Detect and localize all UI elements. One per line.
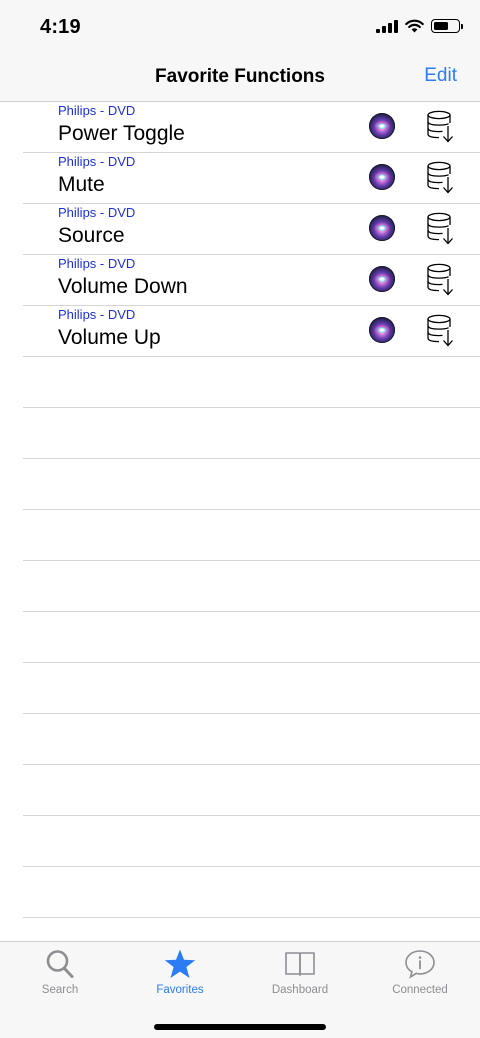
database-download-icon[interactable] <box>426 212 456 246</box>
favorite-row[interactable]: Philips - DVD Volume Down <box>23 255 480 306</box>
status-icons <box>376 19 463 33</box>
star-icon <box>164 949 196 978</box>
siri-icon[interactable] <box>369 317 395 343</box>
database-download-icon[interactable] <box>426 314 456 348</box>
tab-label: Favorites <box>156 984 204 996</box>
device-label: Philips - DVD <box>58 103 136 118</box>
siri-icon[interactable] <box>369 266 395 292</box>
empty-list-row <box>23 357 480 408</box>
book-icon <box>285 952 315 976</box>
favorite-row[interactable]: Philips - DVD Mute <box>23 153 480 204</box>
database-download-icon[interactable] <box>426 263 456 297</box>
empty-list-row <box>23 867 480 918</box>
navigation-bar: Favorite Functions Edit <box>0 54 480 102</box>
empty-list-row <box>23 561 480 612</box>
function-name: Source <box>58 224 125 247</box>
empty-list-row <box>23 408 480 459</box>
function-name: Volume Up <box>58 326 161 349</box>
edit-button[interactable]: Edit <box>424 65 457 87</box>
empty-list-row <box>23 765 480 816</box>
favorite-row[interactable]: Philips - DVD Volume Up <box>23 306 480 357</box>
siri-icon[interactable] <box>369 164 395 190</box>
database-download-icon[interactable] <box>426 110 456 144</box>
device-label: Philips - DVD <box>58 307 136 322</box>
empty-list-row <box>23 612 480 663</box>
tab-search[interactable]: Search <box>0 948 120 996</box>
device-label: Philips - DVD <box>58 256 136 271</box>
tab-label: Connected <box>392 984 448 996</box>
battery-fill <box>434 22 448 30</box>
cellular-signal-icon <box>376 19 398 33</box>
device-label: Philips - DVD <box>58 205 136 220</box>
tab-favorites[interactable]: Favorites <box>120 948 240 996</box>
function-name: Mute <box>58 173 105 196</box>
info-bubble-icon <box>405 950 435 979</box>
home-indicator <box>154 1024 326 1030</box>
wifi-icon <box>405 19 424 33</box>
tab-dashboard[interactable]: Dashboard <box>240 948 360 996</box>
battery-icon <box>431 19 463 33</box>
empty-list-row <box>23 459 480 510</box>
siri-icon[interactable] <box>369 215 395 241</box>
empty-list-row <box>23 714 480 765</box>
status-bar: 4:19 <box>0 0 480 54</box>
tab-bar: Search Favorites Dashboard Connected <box>0 941 480 1038</box>
empty-list-row <box>23 816 480 867</box>
favorite-row[interactable]: Philips - DVD Power Toggle <box>23 102 480 153</box>
siri-icon[interactable] <box>369 113 395 139</box>
empty-list-row <box>23 510 480 561</box>
device-label: Philips - DVD <box>58 154 136 169</box>
status-time: 4:19 <box>40 16 81 38</box>
favorites-list: Philips - DVD Power Toggle Philips - DVD Mu… <box>0 102 480 918</box>
empty-list-row <box>23 663 480 714</box>
function-name: Volume Down <box>58 275 188 298</box>
database-download-icon[interactable] <box>426 161 456 195</box>
favorite-row[interactable]: Philips - DVD Source <box>23 204 480 255</box>
page-title: Favorite Functions <box>155 66 325 87</box>
search-icon <box>46 950 74 978</box>
tab-connected[interactable]: Connected <box>360 948 480 996</box>
function-name: Power Toggle <box>58 122 185 145</box>
tab-label: Dashboard <box>271 984 329 996</box>
tab-label: Search <box>41 984 79 996</box>
